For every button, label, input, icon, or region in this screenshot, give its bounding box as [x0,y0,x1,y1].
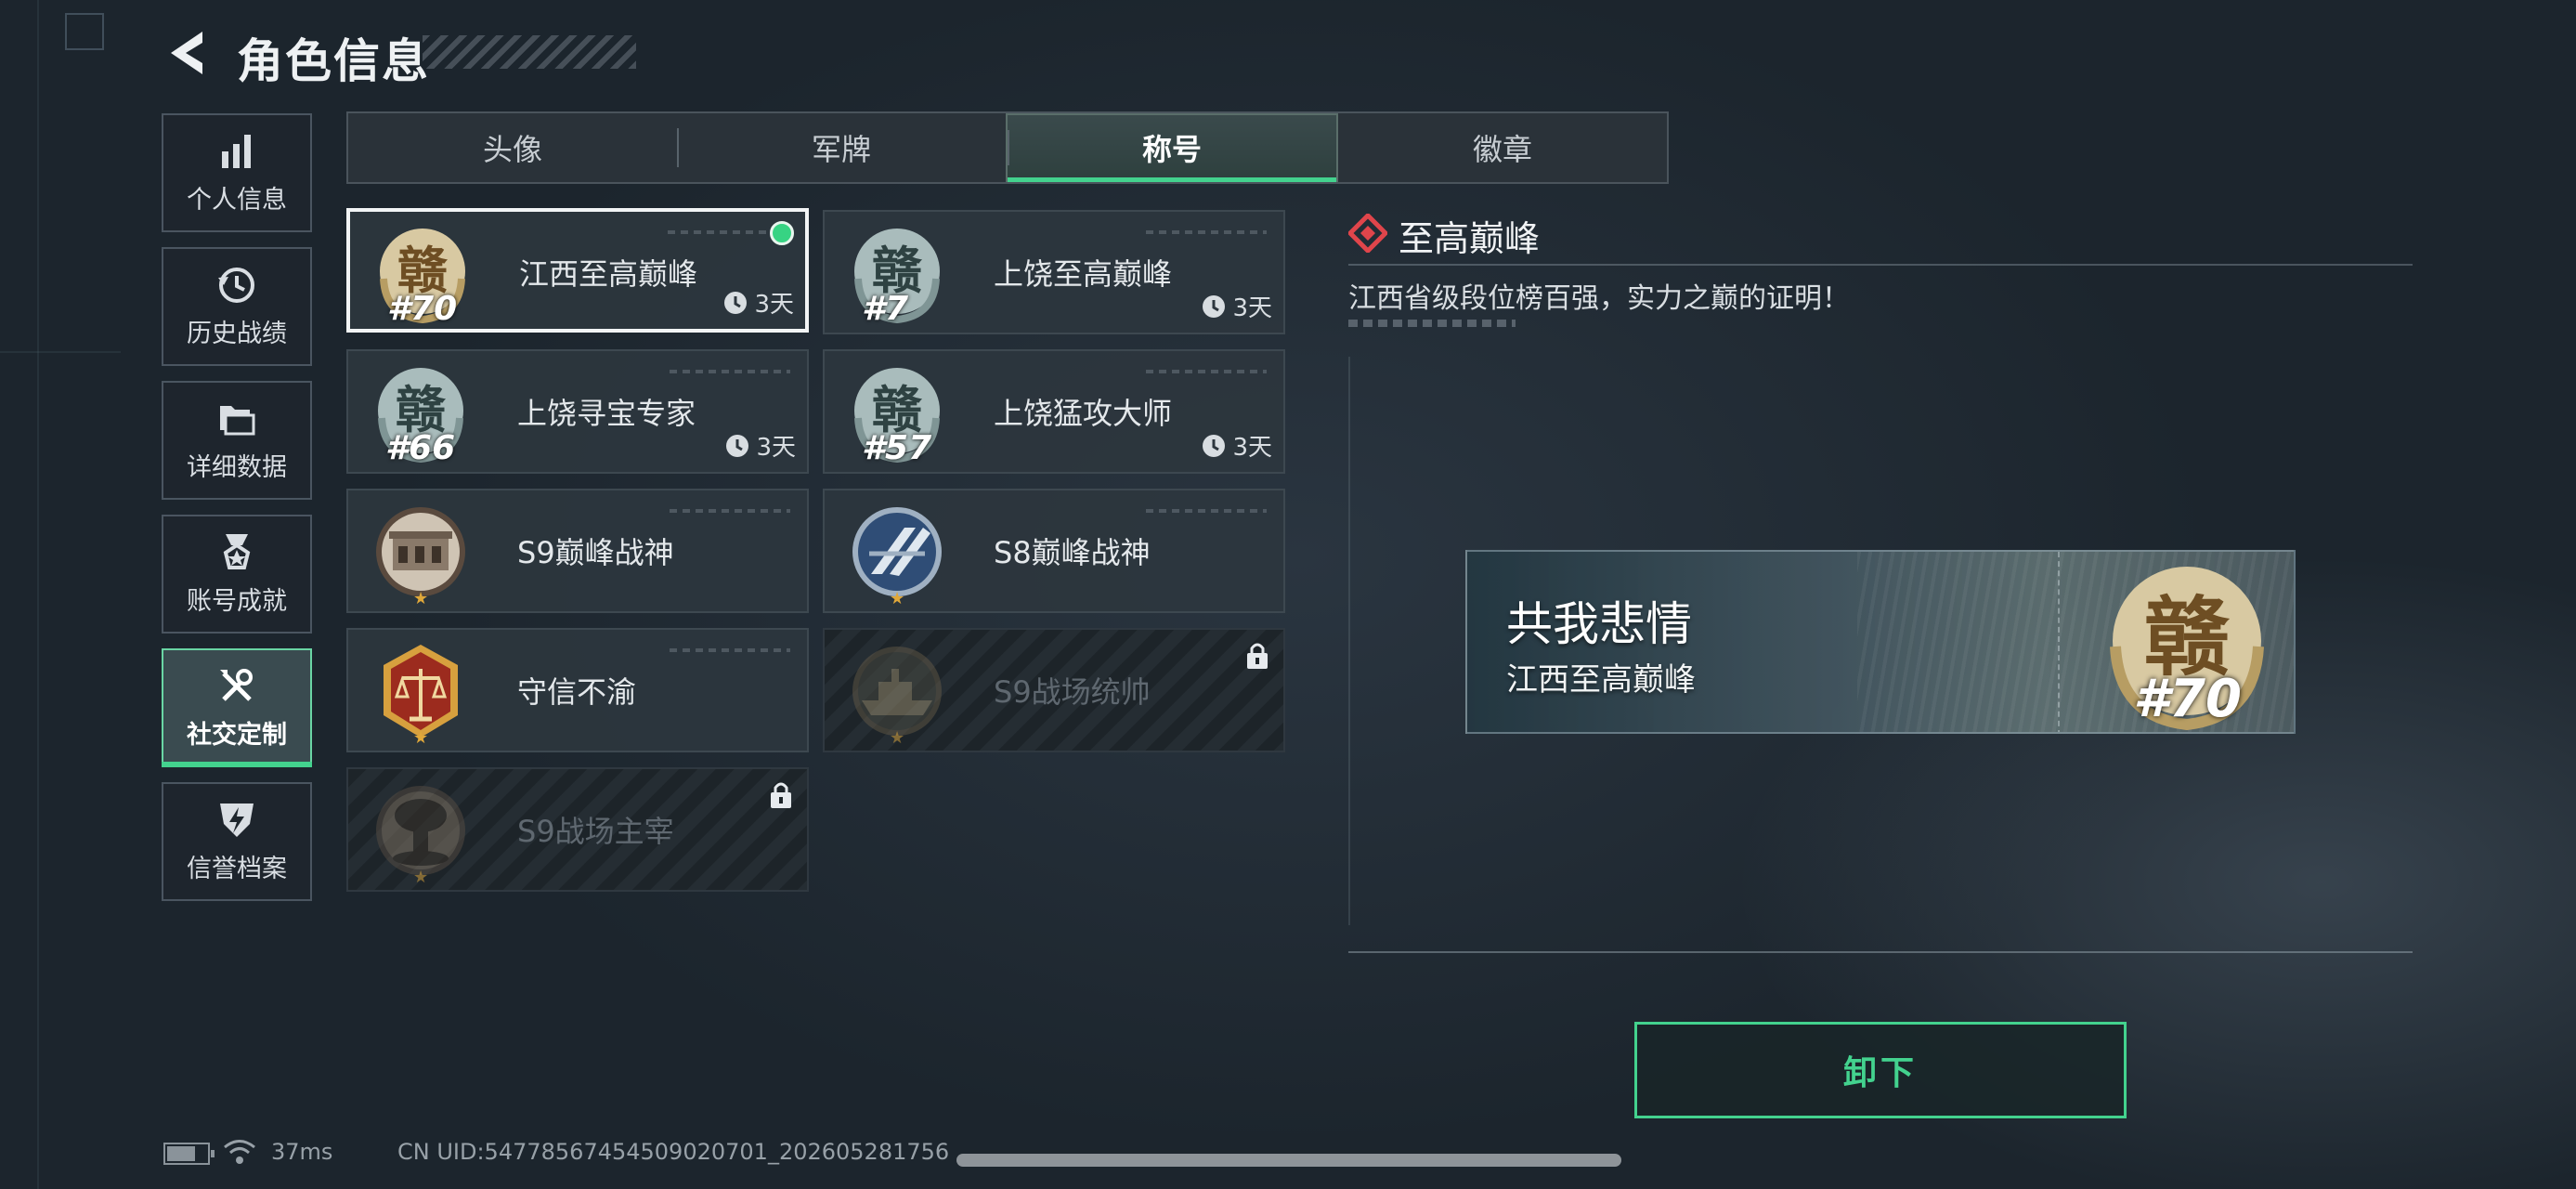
folder-icon [220,405,255,435]
nav-item-reputation[interactable]: 信誉档案 [162,782,312,901]
lock-icon [771,782,791,808]
wifi-icon [224,1140,255,1164]
expiry-timer: 3天 [1201,428,1272,463]
divider [1348,951,2413,953]
background-gridline [37,0,39,1189]
page-title: 角色信息 [237,34,430,88]
title-name: S9战场主宰 [517,814,674,849]
nav-item-personal-info[interactable]: 个人信息 [162,113,312,232]
frame-line [1348,357,1350,925]
banner-cut-line [2058,552,2060,732]
title-name: S8巅峰战神 [994,535,1151,570]
star-icon: ★ [890,589,905,608]
title-card[interactable]: ★ S8巅峰战神 [823,489,1285,613]
title-card[interactable]: ★ S9战场统帅 [823,628,1285,752]
card-decoration [1146,370,1267,373]
title-name: 上饶猛攻大师 [994,396,1173,431]
nav-item-social-custom[interactable]: 社交定制 [162,648,312,767]
title-name: 守信不渝 [517,674,637,710]
star-icon: ★ [413,728,429,748]
detail-decoration [1348,320,1516,327]
uid-label: CN UID:5477856745450902070​1_20260528175… [397,1139,950,1165]
title-card[interactable]: 赣 #70 江西至高巅峰 3天 [346,208,809,333]
title-name: 上饶至高巅峰 [994,256,1173,292]
tab-avatar[interactable]: 头像 [348,113,677,182]
bar-chart-icon [222,134,251,168]
title-name: 江西至高巅峰 [519,256,698,292]
title-card[interactable]: 赣 #57 上饶猛攻大师 3天 [823,349,1285,474]
lock-icon [1247,643,1268,669]
star-icon: ★ [413,868,429,887]
rank-label: #70 [387,290,458,328]
nav-item-detailed-data[interactable]: 详细数据 [162,381,312,500]
rank-label: #66 [385,429,456,467]
shield-bolt-icon [220,803,254,837]
diamond-icon [1348,214,1387,253]
clock-icon [1203,294,1226,318]
preview-subtitle: 江西至高巅峰 [1506,661,1696,699]
timer-label: 3天 [1232,434,1272,462]
clock-icon [1203,434,1226,457]
timer-label: 3天 [754,291,794,319]
card-decoration [670,648,790,652]
detail-title: 至高巅峰 [1399,218,1541,259]
tab-badge[interactable]: 徽章 [1338,113,1667,182]
clock-icon [724,291,748,314]
nav-label: 信誉档案 [187,854,287,883]
card-decoration [670,370,790,373]
unequip-button[interactable]: 卸下 [1634,1022,2127,1118]
nav-label: 历史战绩 [187,319,287,348]
rank-label: #7 [862,290,909,328]
title-card[interactable]: 赣 #7 上饶至高巅峰 3天 [823,210,1285,334]
preview-title: 共我悲情 [1506,597,1692,651]
nav-item-achievements[interactable]: 账号成就 [162,515,312,634]
expiry-timer: 3天 [724,428,796,463]
tab-dog-tag[interactable]: 军牌 [677,113,1006,182]
back-button[interactable] [165,28,210,78]
title-card[interactable]: ★ 守信不渝 [346,628,809,752]
nav-label: 账号成就 [187,586,287,616]
star-icon: ★ [413,589,429,608]
background-gridline [0,351,121,353]
medal-icon [223,533,251,569]
ping-label: 37ms [271,1139,333,1165]
title-name: 上饶寻宝专家 [517,396,696,431]
divider [1348,264,2413,266]
nav-label: 个人信息 [187,185,287,215]
detail-description: 江西省级段位榜百强，实力之巅的证明！ [1348,282,1850,315]
star-icon: ★ [890,728,905,748]
title-card[interactable]: ★ S9巅峰战神 [346,489,809,613]
corner-mark-icon [65,13,104,50]
timer-label: 3天 [756,434,796,462]
battery-icon [163,1143,215,1165]
nav-item-history[interactable]: 历史战绩 [162,247,312,366]
tab-bar: 头像 军牌 称号 徽章 [346,111,1669,184]
title-preview-banner: 共我悲情 江西至高巅峰 赣 #70 [1465,550,2296,734]
equipped-indicator-icon [770,221,794,245]
tab-title[interactable]: 称号 [1006,113,1338,182]
history-icon [218,267,254,303]
timer-label: 3天 [1232,294,1272,322]
clock-icon [726,434,749,457]
card-decoration [1146,509,1267,513]
card-decoration [1146,230,1267,234]
home-indicator[interactable] [956,1154,1621,1167]
expiry-timer: 3天 [1201,289,1272,323]
title-card[interactable]: ★ S9战场主宰 [346,767,809,892]
tools-icon [220,668,253,701]
title-name: S9战场统帅 [994,674,1151,710]
preview-rank: #70 [2133,669,2242,729]
expiry-timer: 3天 [722,285,794,320]
card-decoration [670,509,790,513]
title-name: S9巅峰战神 [517,535,674,570]
header-stripe-decoration [423,35,636,69]
nav-label: 详细数据 [187,452,287,482]
title-card[interactable]: 赣 #66 上饶寻宝专家 3天 [346,349,809,474]
nav-label: 社交定制 [187,720,287,750]
rank-label: #57 [862,429,932,467]
back-arrow-icon [171,32,202,74]
